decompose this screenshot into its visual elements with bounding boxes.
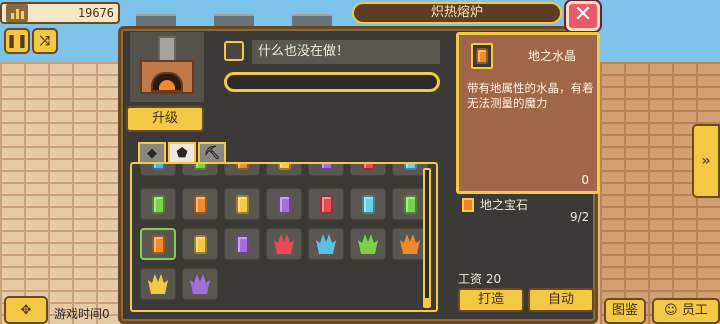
close-button[interactable]: ✕ bbox=[566, 1, 600, 31]
status-text: 什么也没在做！ bbox=[252, 40, 440, 64]
fire-icon bbox=[159, 80, 175, 90]
tab-gems[interactable]: ⬟ bbox=[168, 142, 196, 164]
wall-top bbox=[136, 14, 176, 26]
speed-button[interactable]: ⤨ bbox=[32, 28, 58, 54]
wall-top bbox=[214, 14, 254, 26]
earth-crystal-icon bbox=[476, 48, 488, 64]
wage-label: 工资 20 bbox=[458, 272, 502, 286]
tag-icon: ◆ bbox=[147, 145, 157, 161]
gem-icon bbox=[403, 164, 417, 170]
encyclopedia-button[interactable]: 图鉴 bbox=[604, 298, 646, 324]
gem-icon bbox=[193, 164, 207, 170]
inventory-slot[interactable] bbox=[140, 228, 176, 260]
inventory-slot[interactable] bbox=[140, 164, 176, 176]
owned-count: 0 bbox=[581, 173, 589, 187]
bar-chart-icon bbox=[6, 4, 28, 22]
move-arrows-icon: ✥ bbox=[20, 302, 32, 318]
auto-button[interactable]: 自动 bbox=[528, 288, 594, 312]
double-chevron-right-icon: » bbox=[701, 153, 711, 169]
inventory-slot[interactable] bbox=[266, 228, 302, 260]
requirement-count: 9/2 bbox=[570, 210, 590, 224]
inventory-scrollbar[interactable] bbox=[423, 168, 431, 308]
gem-icon bbox=[361, 164, 375, 170]
inventory-slot[interactable] bbox=[224, 164, 260, 176]
gemstone-icon bbox=[274, 234, 294, 254]
item-description: 带有地属性的水晶，有着无法测量的魔力 bbox=[467, 81, 594, 110]
dialog-title: 炽热熔炉 bbox=[352, 2, 562, 24]
staff-button[interactable]: ☺ 员工 bbox=[652, 298, 720, 324]
inventory-slot[interactable] bbox=[266, 188, 302, 220]
crystal-icon bbox=[235, 194, 249, 214]
requirement-name: 地之宝石 bbox=[480, 198, 529, 212]
crystal-icon bbox=[151, 234, 165, 254]
inventory-slot[interactable] bbox=[182, 164, 218, 176]
crystal-icon bbox=[277, 194, 291, 214]
pause-icon: ❚❚ bbox=[6, 33, 28, 49]
inventory-slot[interactable] bbox=[308, 188, 344, 220]
inventory-slot[interactable] bbox=[350, 228, 386, 260]
gemstone-icon bbox=[316, 234, 336, 254]
inventory-slot[interactable] bbox=[350, 164, 386, 176]
earth-gem-icon bbox=[462, 198, 474, 212]
gem-icon: ⬟ bbox=[176, 145, 188, 161]
crystal-icon bbox=[193, 234, 207, 254]
gemstone-icon bbox=[358, 234, 378, 254]
gemstone-icon bbox=[190, 274, 210, 294]
game-time-label: 游戏时间0 bbox=[54, 307, 110, 321]
gem-icon bbox=[277, 164, 291, 170]
gemstone-icon bbox=[400, 234, 420, 254]
chimney bbox=[158, 36, 176, 62]
inventory-slot[interactable] bbox=[308, 164, 344, 176]
wall-top bbox=[292, 14, 332, 26]
inventory-slot[interactable] bbox=[224, 228, 260, 260]
inventory-slot[interactable] bbox=[140, 188, 176, 220]
brick-floor-left bbox=[0, 62, 120, 324]
pause-button[interactable]: ❚❚ bbox=[4, 28, 30, 54]
status-checkbox[interactable] bbox=[224, 41, 244, 61]
item-icon bbox=[471, 43, 493, 69]
expand-arrow-button[interactable]: » bbox=[692, 124, 720, 198]
tab-tags[interactable]: ◆ bbox=[138, 142, 166, 164]
upgrade-button[interactable]: 升级 bbox=[126, 106, 204, 132]
inventory-slot[interactable] bbox=[224, 188, 260, 220]
staff-label: 员工 bbox=[681, 303, 708, 318]
gem-icon bbox=[319, 164, 333, 170]
tab-tools[interactable]: ⛏ bbox=[198, 142, 226, 164]
gem-icon bbox=[151, 164, 165, 170]
crystal-icon bbox=[403, 194, 417, 214]
scroll-thumb[interactable] bbox=[424, 298, 430, 306]
crystal-icon bbox=[361, 194, 375, 214]
inventory-slot[interactable] bbox=[266, 164, 302, 176]
inventory-slot[interactable] bbox=[140, 268, 176, 300]
crystal-icon bbox=[193, 194, 207, 214]
gemstone-icon bbox=[148, 274, 168, 294]
inventory-slot[interactable] bbox=[308, 228, 344, 260]
gem-icon bbox=[235, 164, 249, 170]
people-icon: ☺ bbox=[664, 303, 678, 318]
inventory-grid[interactable] bbox=[130, 162, 438, 312]
production-progress-bar bbox=[224, 72, 440, 92]
pickaxe-icon: ⛏ bbox=[203, 145, 221, 161]
craft-button[interactable]: 打造 bbox=[458, 288, 524, 312]
crystal-icon bbox=[151, 194, 165, 214]
inventory-slot[interactable] bbox=[182, 228, 218, 260]
camera-move-button[interactable]: ✥ bbox=[4, 296, 48, 324]
furnace-image bbox=[130, 32, 204, 102]
close-icon: ✕ bbox=[573, 2, 593, 27]
item-info-panel: 地之水晶 带有地属性的水晶，有着无法测量的魔力 0 bbox=[456, 32, 600, 194]
shuffle-icon: ⤨ bbox=[39, 33, 51, 49]
inventory-slot[interactable] bbox=[182, 188, 218, 220]
gold-counter: 19676 bbox=[0, 2, 120, 24]
crystal-icon bbox=[235, 234, 249, 254]
crystal-icon bbox=[319, 194, 333, 214]
gold-value: 19676 bbox=[77, 6, 114, 20]
inventory-slot[interactable] bbox=[182, 268, 218, 300]
inventory-slot[interactable] bbox=[350, 188, 386, 220]
item-name: 地之水晶 bbox=[527, 49, 576, 63]
